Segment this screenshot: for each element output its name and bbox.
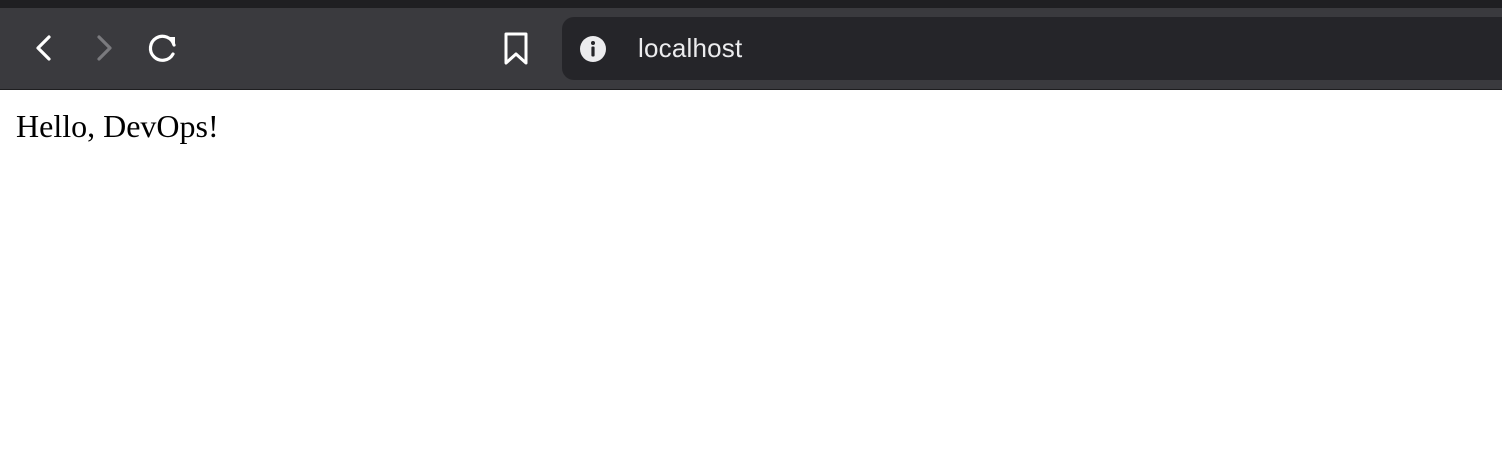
chevron-right-icon	[97, 35, 112, 61]
browser-toolbar: localhost	[0, 8, 1502, 90]
bookmark-icon	[504, 32, 528, 65]
window-top-edge	[0, 0, 1502, 8]
page-content: Hello, DevOps!	[0, 90, 1502, 460]
bookmark-button[interactable]	[496, 28, 536, 68]
forward-button[interactable]	[84, 28, 124, 68]
address-bar[interactable]: localhost	[562, 17, 1502, 80]
reload-icon	[148, 34, 176, 62]
chevron-left-icon	[36, 35, 51, 61]
reload-button[interactable]	[143, 28, 183, 68]
url-text[interactable]: localhost	[638, 17, 742, 80]
back-button[interactable]	[24, 28, 64, 68]
info-icon[interactable]	[579, 35, 607, 63]
page-body-text: Hello, DevOps!	[16, 108, 219, 144]
